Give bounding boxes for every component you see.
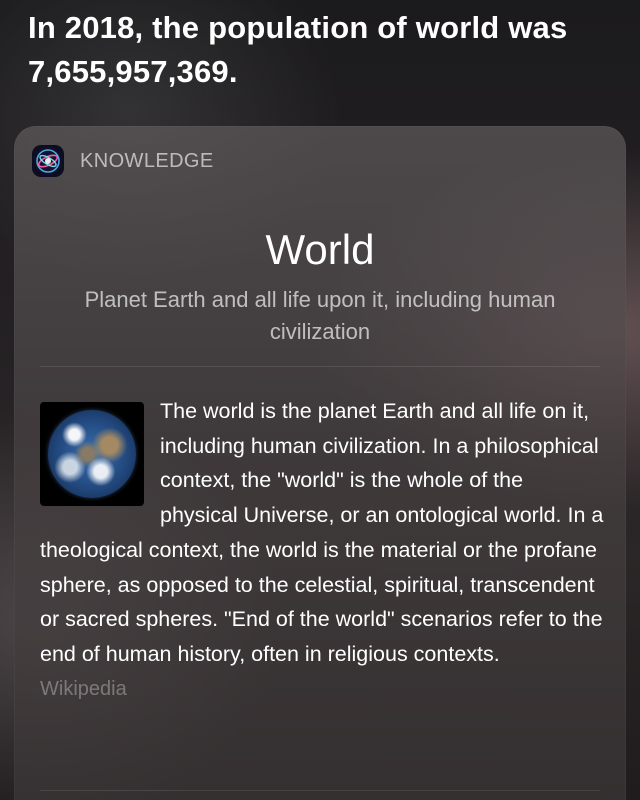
source-link[interactable]: Wikipedia — [40, 674, 604, 704]
card-header-label: KNOWLEDGE — [80, 149, 214, 172]
card-header: KNOWLEDGE — [32, 144, 214, 178]
earth-icon — [48, 410, 136, 498]
topic-title: World — [265, 226, 375, 273]
topic-subtitle: Planet Earth and all life upon it, inclu… — [84, 287, 556, 344]
divider — [40, 366, 600, 367]
earth-thumbnail[interactable] — [40, 402, 144, 506]
siri-icon — [32, 145, 64, 177]
knowledge-card[interactable]: KNOWLEDGE World Planet Earth and all lif… — [14, 126, 626, 800]
siri-answer-text: In 2018, the population of world was 7,6… — [28, 10, 568, 89]
bottom-divider — [40, 790, 600, 791]
article: The world is the planet Earth and all li… — [40, 394, 604, 704]
